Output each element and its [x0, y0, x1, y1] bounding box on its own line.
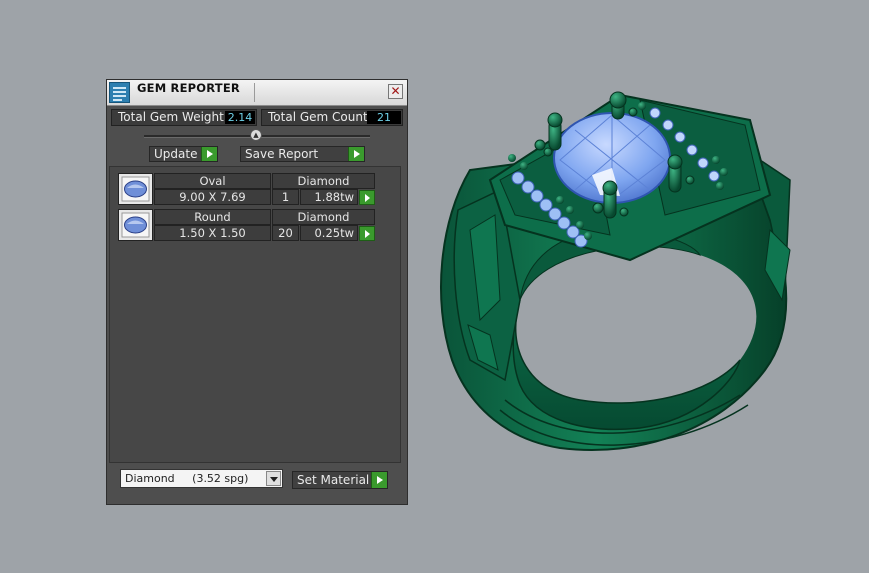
- set-material-button-label: Set Material: [297, 473, 370, 487]
- gem-size: 1.50 X 1.50: [154, 225, 271, 241]
- update-button[interactable]: Update: [149, 146, 218, 162]
- total-gem-weight: Total Gem Weight 2.14: [111, 109, 257, 126]
- gem-shape: Oval: [154, 173, 271, 189]
- set-material-button[interactable]: Set Material: [292, 471, 388, 489]
- title-divider: [254, 83, 255, 102]
- gem-material: Diamond: [272, 209, 375, 225]
- material-select[interactable]: Diamond (3.52 spg): [120, 469, 283, 488]
- gem-reporter-panel: GEM REPORTER ✕ Total Gem Weight 2.14 Tot…: [107, 80, 407, 504]
- gem-weight: 0.25tw: [300, 225, 358, 241]
- play-arrow-icon: [201, 147, 217, 161]
- gem-row[interactable]: Oval 9.00 X 7.69 Diamond 1 1.88tw: [118, 173, 376, 205]
- total-gem-weight-value: 2.14: [225, 111, 255, 124]
- panel-titlebar[interactable]: GEM REPORTER ✕: [107, 80, 407, 106]
- save-report-button[interactable]: Save Report: [240, 146, 365, 162]
- gem-count: 20: [272, 225, 299, 241]
- gem-count: 1: [272, 189, 299, 205]
- chevron-down-icon[interactable]: [266, 471, 281, 486]
- select-gem-arrow-icon[interactable]: [359, 226, 375, 241]
- panel-splitter-handle[interactable]: ▲: [250, 129, 262, 141]
- gem-round-thumbnail: [118, 209, 153, 241]
- play-arrow-icon: [348, 147, 364, 161]
- total-gem-count-label: Total Gem Count: [268, 110, 368, 124]
- gem-weight: 1.88tw: [300, 189, 358, 205]
- total-gem-count: Total Gem Count 21: [261, 109, 403, 126]
- gem-material: Diamond: [272, 173, 375, 189]
- select-gem-arrow-icon[interactable]: [359, 190, 375, 205]
- total-gem-count-value: 21: [367, 111, 401, 124]
- gem-row[interactable]: Round 1.50 X 1.50 Diamond 20 0.25tw: [118, 209, 376, 241]
- material-select-value: Diamond (3.52 spg): [125, 472, 249, 485]
- close-icon[interactable]: ✕: [388, 84, 403, 99]
- gem-list: Oval 9.00 X 7.69 Diamond 1 1.88tw Round …: [109, 166, 401, 463]
- gem-reporter-app-icon: [109, 82, 130, 103]
- update-button-label: Update: [154, 147, 198, 161]
- gem-size: 9.00 X 7.69: [154, 189, 271, 205]
- gem-oval-thumbnail: [118, 173, 153, 205]
- play-arrow-icon: [371, 472, 387, 488]
- panel-title: GEM REPORTER: [137, 81, 240, 95]
- total-gem-weight-label: Total Gem Weight: [118, 110, 224, 124]
- save-report-button-label: Save Report: [245, 147, 319, 161]
- gem-shape: Round: [154, 209, 271, 225]
